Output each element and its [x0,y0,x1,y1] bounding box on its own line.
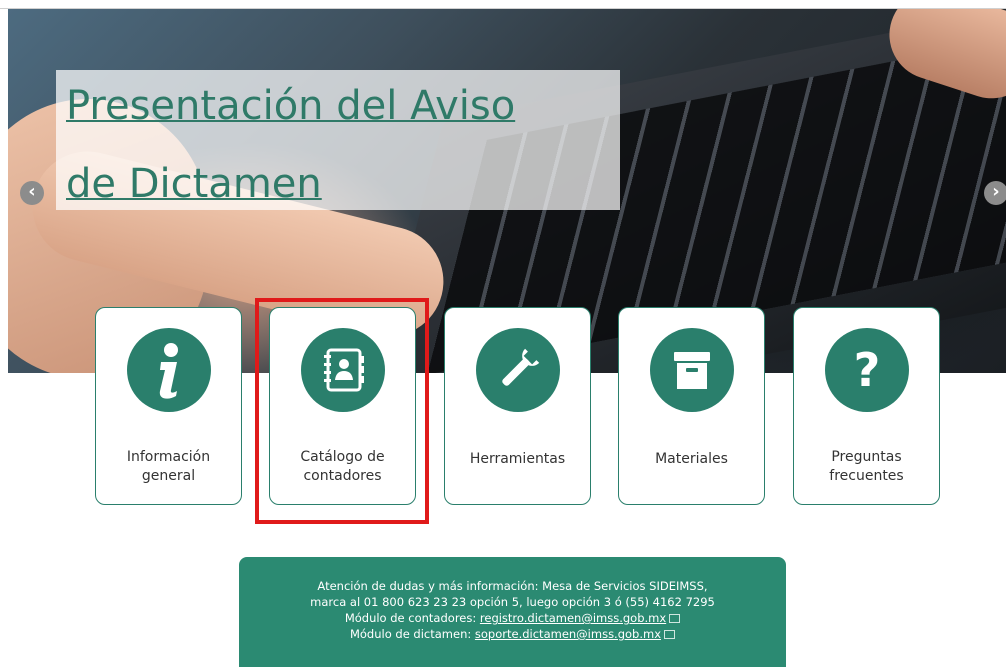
contadores-email-link[interactable]: registro.dictamen@imss.gob.mx [480,611,666,625]
card-label: Información general [126,449,211,484]
dictamen-label: Módulo de dictamen: [349,627,475,641]
mail-icon [664,630,676,639]
wrench-icon [475,328,560,412]
svg-text:?: ? [853,343,880,397]
hero-title-link[interactable]: Presentación del Aviso de Dictamen [66,67,616,223]
info-line-dictamen: Módulo de dictamen: soporte.dictamen@ims… [239,626,786,642]
info-line-contadores: Módulo de contadores: registro.dictamen@… [239,610,786,626]
mail-icon [669,614,681,623]
card-preguntas-frecuentes[interactable]: ? Preguntas frecuentes [793,307,940,505]
top-border [0,0,1006,9]
question-icon: ? [824,328,909,412]
hero-title-line1: Presentación del Aviso [66,83,516,129]
card-informacion-general[interactable]: Información general [95,307,242,505]
info-line-2: marca al 01 800 623 23 23 opción 5, lueg… [310,595,715,609]
card-label: Preguntas frecuentes [829,449,904,484]
card-label: Materiales [655,451,728,467]
carousel-prev-button[interactable]: ‹ [20,181,44,205]
contact-info-box: Atención de dudas y más información: Mes… [239,557,786,667]
selection-highlight [255,298,429,524]
archive-box-icon [649,328,734,412]
dictamen-email-link[interactable]: soporte.dictamen@imss.gob.mx [475,627,661,641]
card-herramientas[interactable]: Herramientas [444,307,591,505]
carousel-next-button[interactable]: › [984,181,1006,205]
info-icon [126,328,211,412]
info-line-1: Atención de dudas y más información: Mes… [317,579,708,593]
card-materiales[interactable]: Materiales [618,307,765,505]
contadores-label: Módulo de contadores: [344,611,480,625]
hero-title-line2: de Dictamen [66,161,322,207]
card-label: Herramientas [469,451,566,467]
